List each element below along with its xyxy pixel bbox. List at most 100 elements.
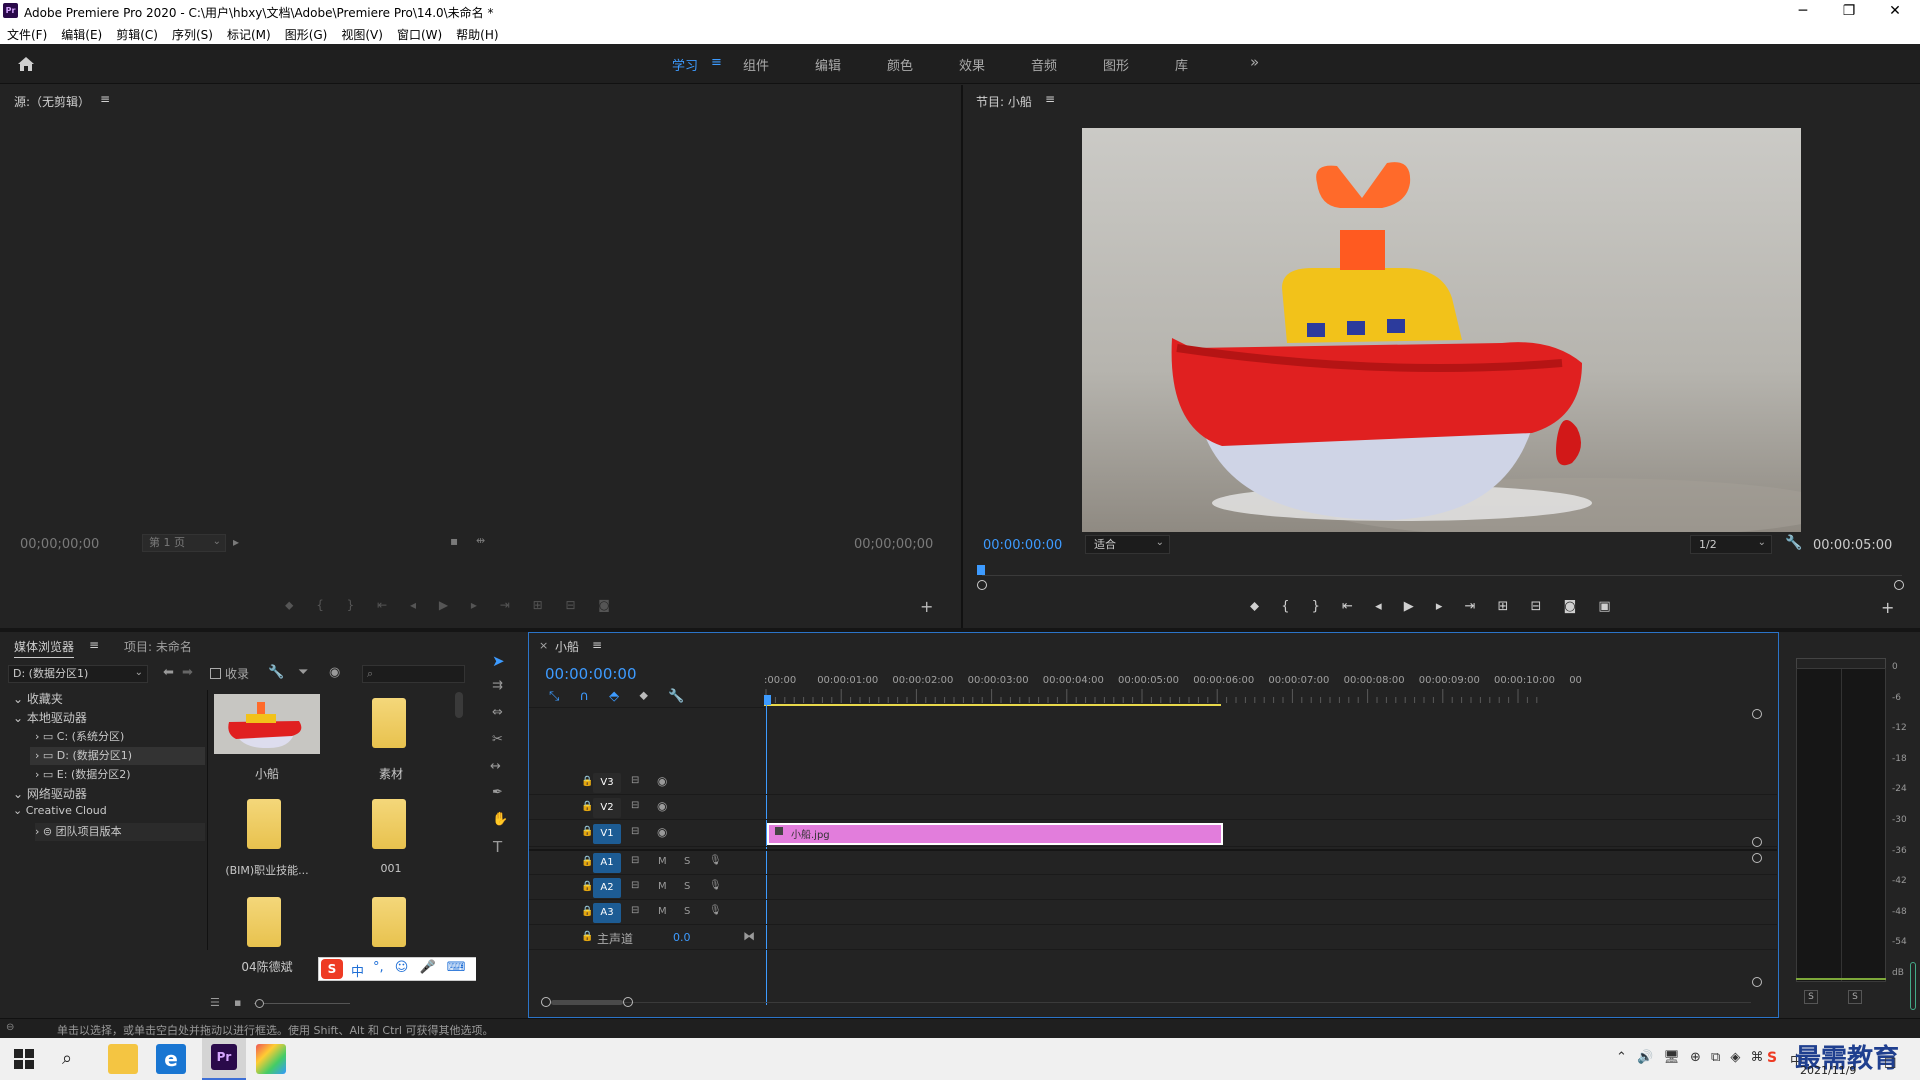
- tab-media-browser[interactable]: 媒体浏览器: [14, 638, 75, 658]
- source-page-select[interactable]: 第 1 页 ⌄: [142, 534, 226, 552]
- timeline-horizontal-scrollbar[interactable]: [551, 1002, 1751, 1003]
- forward-icon[interactable]: ➡: [182, 665, 193, 680]
- microphone-icon[interactable]: 🎙: [709, 880, 722, 891]
- video-scroll-bottom-handle[interactable]: [1752, 837, 1762, 847]
- ingest-settings-icon[interactable]: 🔧: [268, 665, 284, 680]
- tree-drive-c[interactable]: › ▭ C: (系统分区): [35, 728, 124, 744]
- tab-editing[interactable]: 编辑: [815, 55, 841, 74]
- program-video-frame[interactable]: [1082, 128, 1801, 532]
- windows-start-icon[interactable]: [14, 1049, 34, 1069]
- home-icon[interactable]: [16, 54, 36, 74]
- folder-icon[interactable]: [247, 799, 281, 849]
- sync-lock-icon[interactable]: ⊟: [631, 880, 639, 891]
- tab-effects[interactable]: 效果: [959, 55, 985, 74]
- eye-icon[interactable]: ◉: [657, 799, 667, 813]
- thumbnail-zoom-slider[interactable]: [254, 1003, 350, 1004]
- tab-graphics[interactable]: 图形: [1103, 55, 1129, 74]
- drive-select[interactable]: D: (数据分区1) ⌄: [8, 665, 148, 683]
- lock-icon[interactable]: 🔒: [581, 801, 593, 812]
- eye-icon[interactable]: ◉: [657, 774, 667, 788]
- tab-audio[interactable]: 音频: [1031, 55, 1057, 74]
- app-taskbar-icon[interactable]: [256, 1044, 286, 1074]
- filter-icon[interactable]: ⏷: [298, 665, 308, 680]
- program-panel-menu-icon[interactable]: ≡: [1045, 92, 1055, 106]
- menu-markers[interactable]: 标记(M): [220, 22, 278, 43]
- timeline-zoom-right-handle[interactable]: [623, 997, 633, 1007]
- source-settings-icon[interactable]: ▪: [450, 534, 458, 548]
- timeline-menu-icon[interactable]: ≡: [592, 638, 602, 652]
- sync-lock-icon[interactable]: ⊟: [631, 905, 639, 916]
- solo-button[interactable]: S: [684, 881, 690, 892]
- edge-browser-icon[interactable]: e: [156, 1044, 186, 1074]
- meter-solo-right[interactable]: S: [1848, 990, 1862, 1004]
- mute-button[interactable]: M: [658, 881, 667, 892]
- folder-icon[interactable]: [372, 897, 406, 947]
- source-page-next-icon[interactable]: ▸: [233, 535, 239, 549]
- solo-button[interactable]: S: [684, 856, 690, 867]
- tab-learning[interactable]: 学习: [672, 55, 698, 74]
- track-label-v3[interactable]: V3: [593, 773, 621, 793]
- track-label-a1[interactable]: A1: [593, 853, 621, 873]
- lock-icon[interactable]: 🔒: [581, 906, 593, 917]
- lock-icon[interactable]: 🔒: [581, 826, 593, 837]
- lock-icon[interactable]: 🔒: [581, 776, 593, 787]
- ingest-checkbox[interactable]: [210, 668, 221, 679]
- work-area-bar[interactable]: [764, 704, 1221, 706]
- thumbnail-boat[interactable]: [214, 694, 320, 754]
- mute-button[interactable]: M: [658, 856, 667, 867]
- track-label-a2[interactable]: A2: [593, 878, 621, 898]
- menu-graphics[interactable]: 图形(G): [278, 22, 335, 43]
- close-sequence-icon[interactable]: ×: [539, 639, 548, 652]
- media-search-input[interactable]: ⌕: [362, 665, 465, 683]
- timeline-zoom-left-handle[interactable]: [541, 997, 551, 1007]
- more-workspaces-button[interactable]: »: [1250, 53, 1259, 71]
- source-drag-icon[interactable]: ⇹: [476, 534, 485, 547]
- sogou-tray-icon[interactable]: S: [1767, 1050, 1777, 1066]
- menu-help[interactable]: 帮助(H): [449, 22, 505, 43]
- video-clip[interactable]: 小船.jpg: [767, 823, 1223, 845]
- meter-scrollbar[interactable]: [1910, 962, 1916, 1010]
- tree-local-drives[interactable]: ⌄ 本地驱动器: [13, 709, 87, 726]
- microphone-icon[interactable]: 🎙: [709, 905, 722, 916]
- program-playhead[interactable]: [977, 565, 985, 575]
- folder-icon[interactable]: [247, 897, 281, 947]
- sync-lock-icon[interactable]: ⊟: [631, 800, 639, 811]
- maximize-button[interactable]: ❐: [1826, 0, 1872, 22]
- icon-view-icon[interactable]: ▪: [234, 996, 241, 1009]
- lock-icon[interactable]: 🔒: [581, 856, 593, 867]
- audio-scroll-top-handle[interactable]: [1752, 853, 1762, 863]
- search-icon[interactable]: ⌕: [62, 1048, 72, 1069]
- close-button[interactable]: ✕: [1872, 0, 1918, 22]
- microphone-icon[interactable]: 🎙: [709, 855, 722, 866]
- mute-button[interactable]: M: [658, 906, 667, 917]
- tree-drive-e[interactable]: › ▭ E: (数据分区2): [35, 766, 131, 782]
- tree-creative-cloud[interactable]: ⌄ Creative Cloud: [13, 804, 107, 817]
- view-icon[interactable]: ◉: [329, 665, 340, 680]
- timeline-playhead-marker[interactable]: [764, 695, 771, 705]
- slip-tool-icon[interactable]: ↔: [490, 759, 501, 774]
- master-expand-icon[interactable]: ⧓: [743, 929, 755, 943]
- thumbnail-scrollbar[interactable]: [455, 692, 463, 718]
- premiere-taskbar-button[interactable]: Pr: [202, 1038, 246, 1080]
- hand-tool-icon[interactable]: ✋: [492, 812, 508, 827]
- menu-file[interactable]: 文件(F): [0, 22, 54, 43]
- track-select-tool-icon[interactable]: ⇉: [492, 678, 503, 693]
- master-volume-value[interactable]: 0.0: [673, 931, 691, 944]
- track-label-a3[interactable]: A3: [593, 903, 621, 923]
- tab-color[interactable]: 颜色: [887, 55, 913, 74]
- program-resolution-select[interactable]: 1/2 ⌄: [1690, 535, 1772, 554]
- sogou-icon[interactable]: S: [321, 959, 343, 979]
- notification-icon[interactable]: ☐: [1884, 1056, 1897, 1072]
- ime-mode-label[interactable]: 中: [351, 961, 364, 980]
- menu-window[interactable]: 窗口(W): [390, 22, 449, 43]
- workspace-menu-icon[interactable]: ≡: [711, 55, 722, 70]
- razor-tool-icon[interactable]: ✂: [492, 732, 503, 747]
- program-scrub-bar[interactable]: [982, 575, 1902, 576]
- sync-lock-icon[interactable]: ⊟: [631, 855, 639, 866]
- track-label-v1[interactable]: V1: [593, 824, 621, 844]
- program-zoom-end-handle[interactable]: [1894, 580, 1904, 590]
- source-timecode-in[interactable]: 00;00;00;00: [20, 537, 99, 552]
- menu-sequence[interactable]: 序列(S): [165, 22, 220, 43]
- program-add-button[interactable]: +: [1881, 598, 1894, 617]
- media-browser-menu-icon[interactable]: ≡: [89, 638, 99, 652]
